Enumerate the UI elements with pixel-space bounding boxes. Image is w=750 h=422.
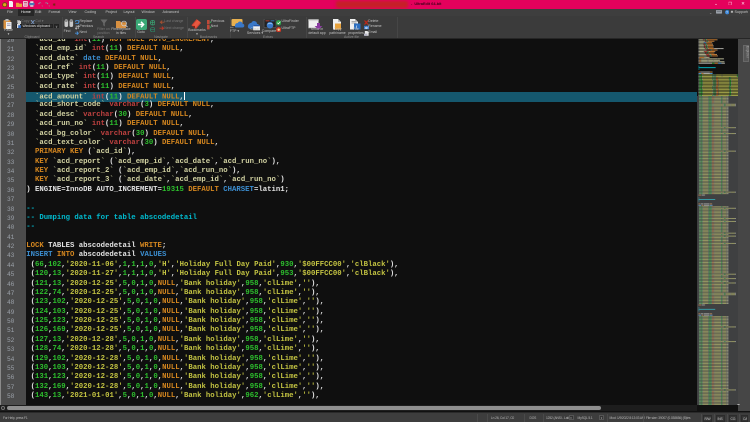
svg-text:?: ? — [726, 11, 728, 15]
